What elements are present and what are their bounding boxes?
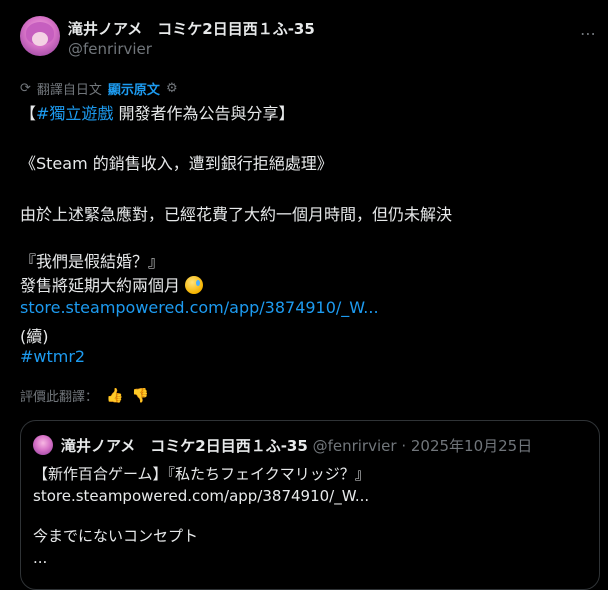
avatar[interactable]	[20, 16, 60, 56]
rate-translation: 評價此翻譯： 👍 👎	[20, 386, 149, 406]
display-name[interactable]: 滝井ノアメ コミケ2日目西１ふ-35	[68, 18, 315, 39]
translated-from-label: 翻譯自日文	[36, 83, 102, 98]
body-line-1: 【#獨立遊戲 開發者作為公告與分享】	[20, 104, 295, 123]
body-line-4: 『我們是假結婚？』	[20, 252, 165, 271]
quoted-handle: @fenrirvier	[312, 437, 397, 455]
user-handle[interactable]: @fenrirvier	[68, 40, 152, 58]
hashtag-wtmr2[interactable]: #wtmr2	[20, 347, 85, 366]
gear-icon[interactable]: ⚙	[166, 81, 178, 96]
more-options-icon[interactable]: ⋯	[580, 24, 597, 43]
quoted-header: 滝井ノアメ コミケ2日目西１ふ-35 @fenrirvier · 2025年10…	[61, 435, 532, 456]
rate-translation-label: 評價此翻譯：	[20, 390, 99, 405]
hashtag-indie-game[interactable]: #獨立遊戲	[36, 104, 113, 123]
body-line-5: 發售將延期大約兩個月	[20, 272, 204, 296]
emoji-icon	[185, 276, 204, 294]
quoted-tweet[interactable]: 滝井ノアメ コミケ2日目西１ふ-35 @fenrirvier · 2025年10…	[20, 420, 600, 590]
show-original-button[interactable]: 顯示原文	[108, 79, 160, 98]
thumbs-down-icon[interactable]: 👎	[131, 388, 148, 404]
thumbs-up-icon[interactable]: 👍	[106, 388, 123, 404]
quoted-date: · 2025年10月25日	[396, 437, 533, 455]
quoted-line-1: 【新作百合ゲーム】『私たちフェイクマリッジ？』	[33, 465, 370, 483]
quoted-line-3: 今までにないコンセプト	[33, 527, 199, 545]
quoted-display-name: 滝井ノアメ コミケ2日目西１ふ-35	[61, 437, 308, 455]
steam-link[interactable]: store.steampowered.com/app/3874910/_W...	[20, 298, 379, 317]
tweet: 滝井ノアメ コミケ2日目西１ふ-35 @fenrirvier ⋯ ⟳ 翻譯自日文…	[0, 0, 608, 590]
avatar-face	[32, 32, 48, 46]
continued-label: (續)	[20, 327, 49, 346]
translation-bar: ⟳ 翻譯自日文 顯示原文 ⚙	[20, 79, 178, 98]
body-line-3: 由於上述緊急應對，已經花費了大約一個月時間，但仍未解決	[20, 205, 453, 224]
body-line-2: 《Steam 的銷售收入，遭到銀行拒絕處理》	[20, 154, 333, 173]
quoted-line-2: store.steampowered.com/app/3874910/_W...	[33, 487, 370, 505]
translate-icon: ⟳	[20, 81, 31, 96]
quoted-avatar	[33, 435, 53, 455]
quoted-line-4: ...	[33, 549, 48, 567]
